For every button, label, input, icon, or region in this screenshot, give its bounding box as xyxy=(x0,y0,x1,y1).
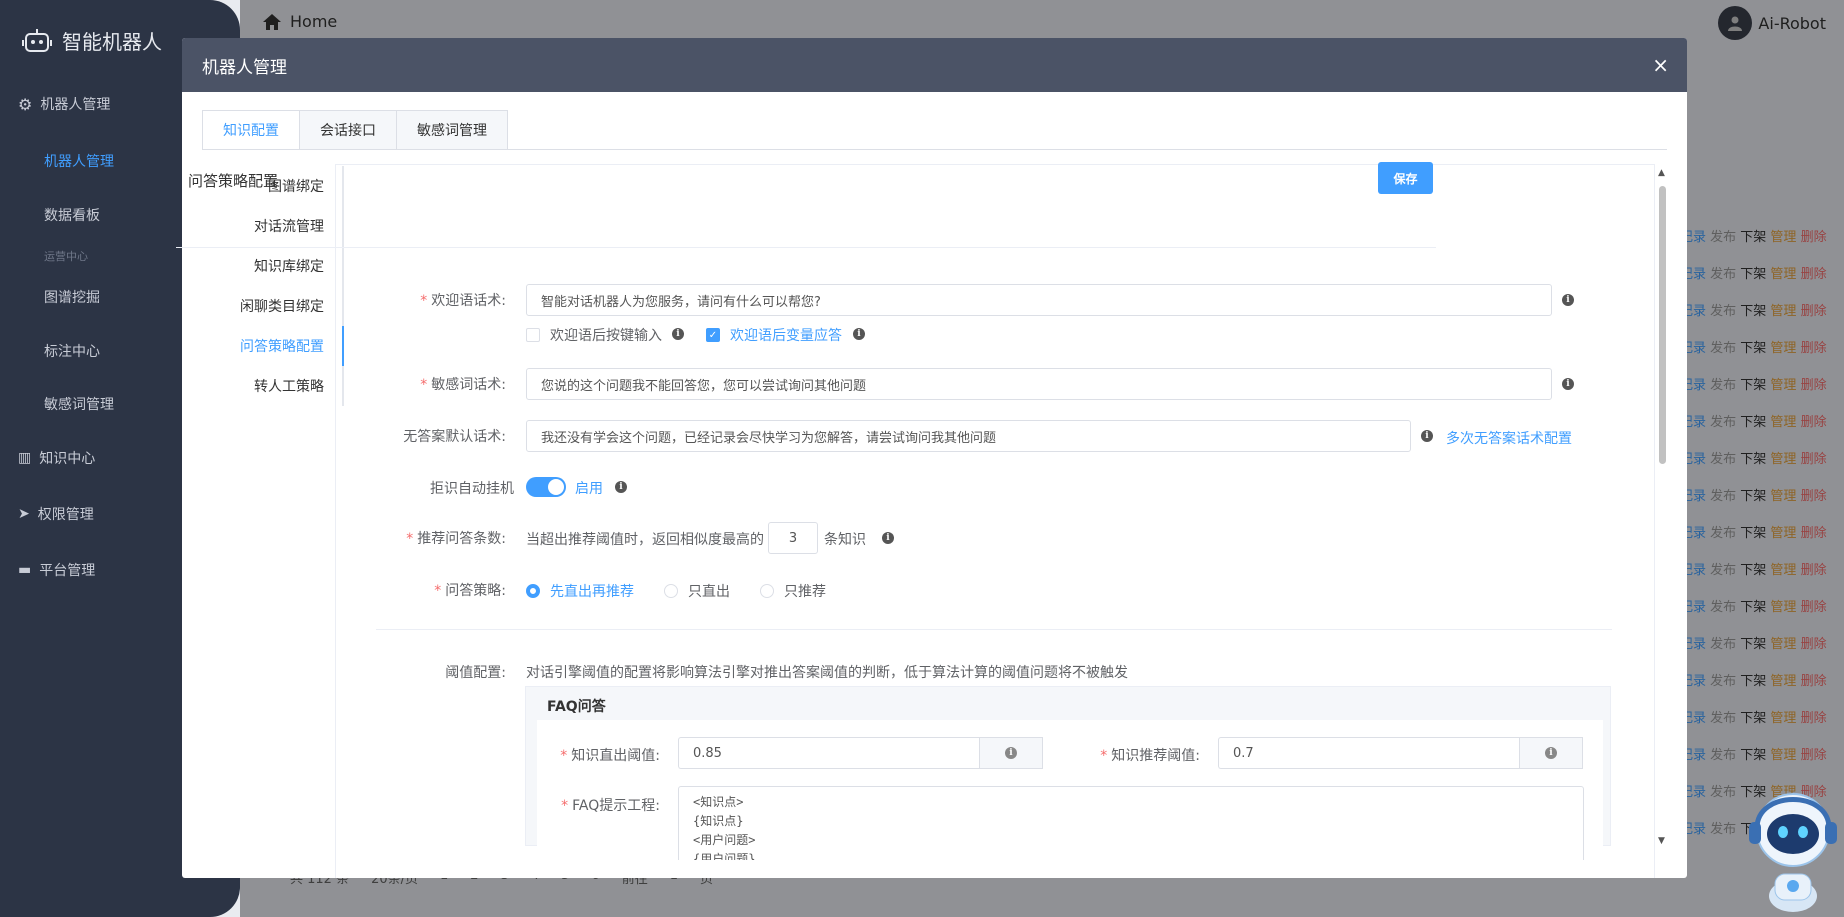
direct-threshold-append: i xyxy=(979,737,1043,769)
rec-threshold-append: i xyxy=(1519,737,1583,769)
faq-clip: FAQ问答 * 知识直出阈值: 0.85 i * 知识推荐阈值: 0.7 i * FA… xyxy=(0,0,1844,860)
dialog-content: 知识配置 会话接口 敏感词管理 图谱绑定 对话流管理 知识库绑定 闲聊类目绑定 … xyxy=(0,0,1844,917)
rec-threshold-label: * 知识推荐阈值: xyxy=(1100,748,1200,764)
prompt-line: {用户问题} xyxy=(693,852,756,860)
faq-prompt-textarea[interactable]: <知识点> {知识点} <用户问题> {用户问题} xyxy=(678,786,1584,860)
faq-prompt-label: * FAQ提示工程: xyxy=(561,798,660,814)
robot-assistant-icon[interactable] xyxy=(1745,778,1841,914)
faq-title: FAQ问答 xyxy=(547,699,606,715)
info-icon[interactable]: i xyxy=(1545,747,1557,759)
direct-threshold-label: * 知识直出阈值: xyxy=(560,748,660,764)
rec-threshold-input[interactable]: 0.7 xyxy=(1218,737,1520,769)
prompt-line: <知识点> xyxy=(693,795,744,809)
direct-threshold-input[interactable]: 0.85 xyxy=(678,737,980,769)
prompt-line: {知识点} xyxy=(693,814,744,828)
prompt-line: <用户问题> xyxy=(693,833,756,847)
info-icon[interactable]: i xyxy=(1005,747,1017,759)
